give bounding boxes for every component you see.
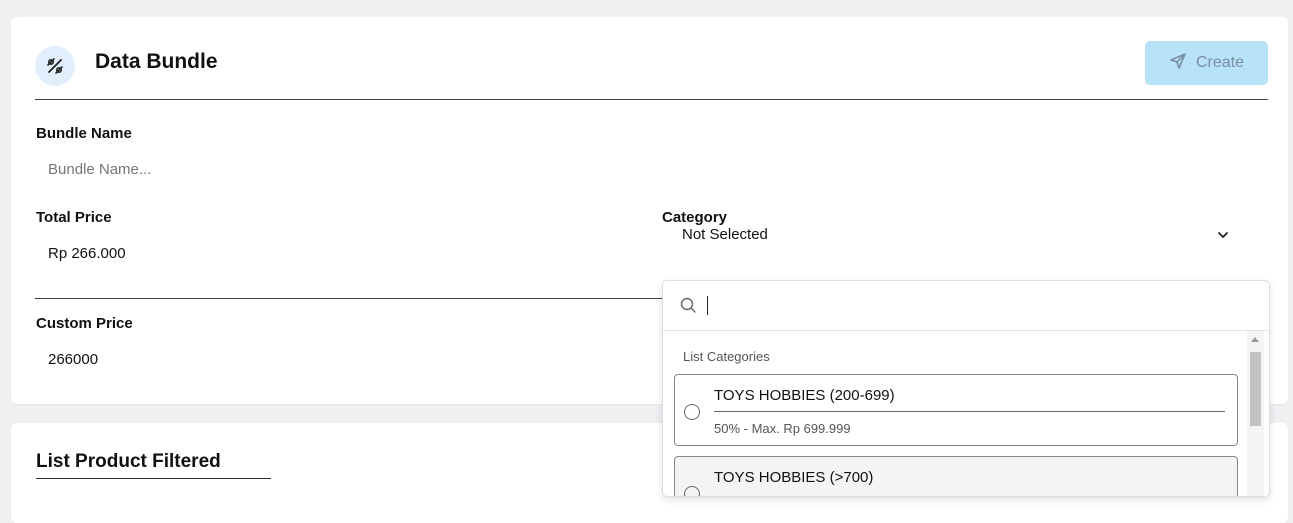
- header-divider: [35, 99, 1268, 100]
- search-icon: [680, 297, 697, 319]
- page-title: Data Bundle: [95, 50, 218, 73]
- category-option-subtitle: 50% - Max. Rp 699.999: [714, 421, 851, 436]
- category-option[interactable]: TOYS HOBBIES (200-699) 50% - Max. Rp 699…: [674, 374, 1238, 446]
- bundle-name-label: Bundle Name: [36, 125, 132, 142]
- list-categories-label: List Categories: [683, 349, 770, 364]
- category-search-input[interactable]: [663, 281, 1269, 331]
- bundle-name-input[interactable]: Bundle Name...: [48, 161, 151, 178]
- category-option[interactable]: TOYS HOBBIES (>700): [674, 456, 1238, 496]
- total-price-underline: [35, 298, 665, 299]
- chevron-down-icon[interactable]: [1216, 228, 1230, 247]
- total-price-value: Rp 266.000: [48, 245, 126, 262]
- scrollbar-thumb[interactable]: [1250, 352, 1261, 426]
- category-option-title: TOYS HOBBIES (200-699): [714, 387, 895, 404]
- option-divider: [714, 411, 1225, 412]
- category-selected-value: Not Selected: [682, 226, 768, 243]
- radio-button[interactable]: [684, 486, 700, 496]
- scroll-up-arrow-icon[interactable]: [1251, 337, 1259, 342]
- create-button[interactable]: Create: [1145, 41, 1268, 85]
- total-price-label: Total Price: [36, 209, 112, 226]
- list-title-underline: [36, 478, 271, 479]
- radio-button[interactable]: [684, 404, 700, 420]
- category-dropdown: List Categories TOYS HOBBIES (200-699) 5…: [662, 280, 1270, 497]
- send-icon: [1169, 52, 1187, 75]
- percent-tag-icon: [35, 46, 75, 86]
- category-select[interactable]: Not Selected: [670, 224, 1230, 248]
- text-caret: [707, 296, 708, 315]
- custom-price-label: Custom Price: [36, 315, 133, 332]
- category-option-title: TOYS HOBBIES (>700): [714, 469, 874, 486]
- custom-price-input[interactable]: 266000: [48, 351, 98, 368]
- create-button-label: Create: [1195, 54, 1245, 71]
- dropdown-scrollbar[interactable]: [1247, 331, 1264, 496]
- list-product-title: List Product Filtered: [36, 451, 221, 472]
